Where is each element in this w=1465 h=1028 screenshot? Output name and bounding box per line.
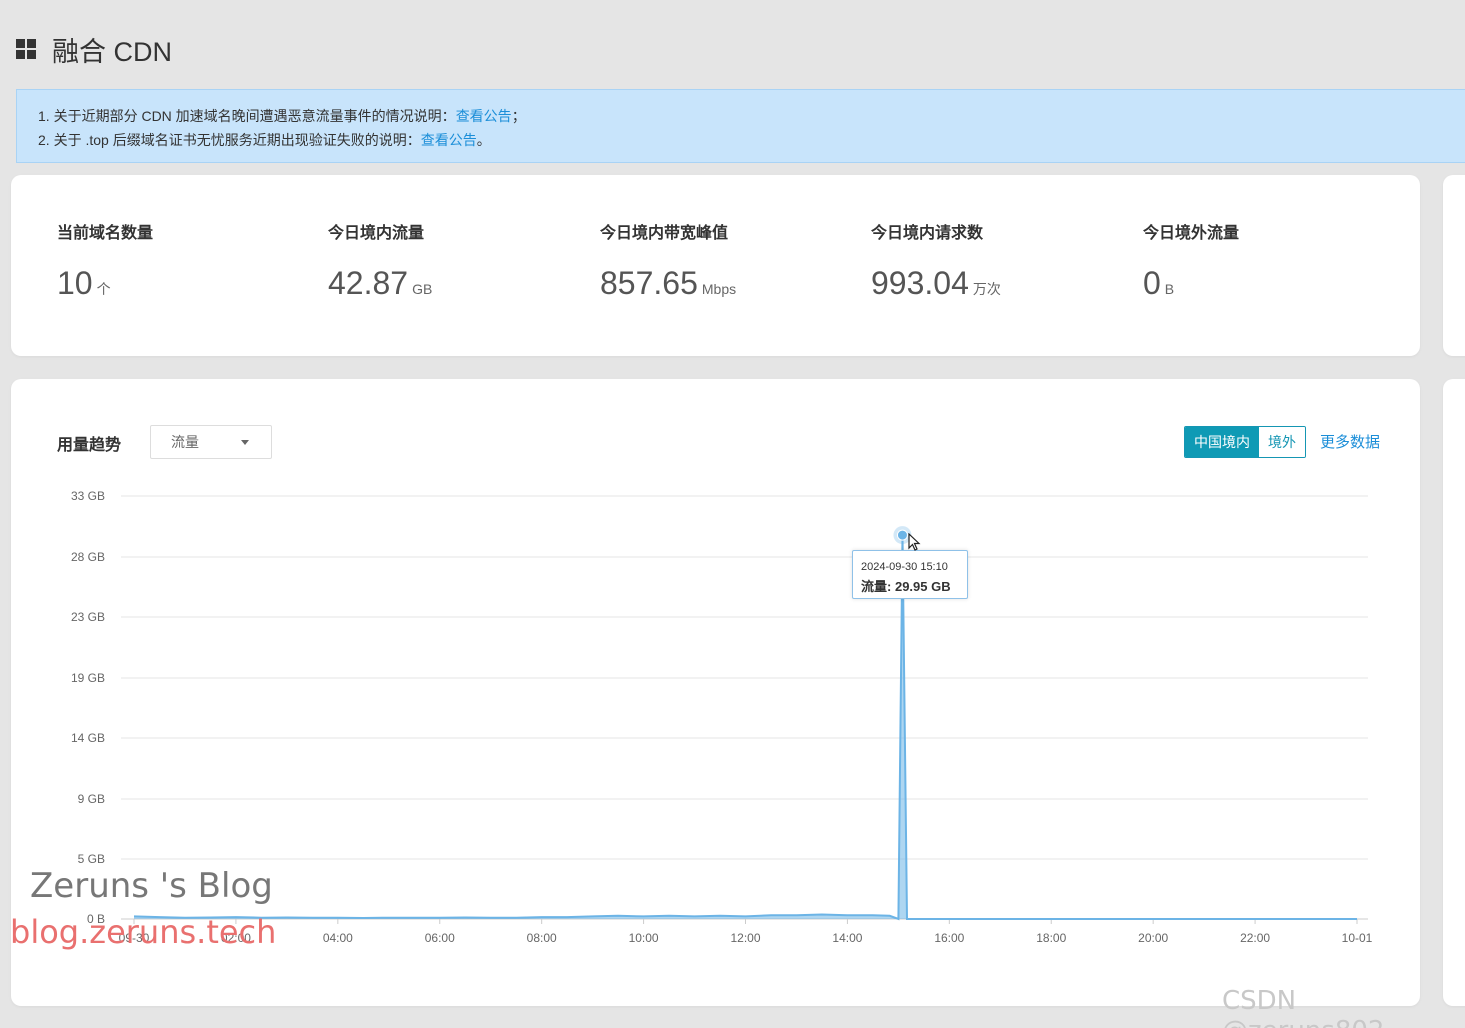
chart-tooltip: 2024-09-30 15:10 流量: 29.95 GB [852,550,968,599]
x-tick-label: 06:00 [425,931,455,945]
x-tick-label: 10:00 [629,931,659,945]
x-tick-label: 08:00 [527,931,557,945]
tooltip-time: 2024-09-30 15:10 [861,561,948,573]
csdn-watermark: CSDN @zeruns802 [1222,986,1384,1028]
mouse-cursor-icon [908,533,921,551]
series-area [134,535,1357,919]
blog-url-watermark: blog.zeruns.tech [10,913,277,951]
y-tick-label: 23 GB [71,610,105,624]
tooltip-label: 流量: [861,579,892,594]
x-tick-label: 14:00 [832,931,862,945]
y-tick-label: 28 GB [71,550,105,564]
y-tick-label: 9 GB [78,792,105,806]
x-tick-label: 20:00 [1138,931,1168,945]
series-line [133,535,1357,921]
y-tick-label: 14 GB [71,731,105,745]
y-tick-label: 19 GB [71,671,105,685]
x-tick-label: 16:00 [934,931,964,945]
x-tick-label: 18:00 [1036,931,1066,945]
tooltip-value: 29.95 GB [894,579,951,594]
highlight-point [896,529,908,541]
y-tick-label: 5 GB [78,852,105,866]
x-tick-label: 04:00 [323,931,353,945]
x-tick-label: 12:00 [730,931,760,945]
y-tick-label: 33 GB [71,489,105,503]
blog-name-watermark: Zeruns 's Blog [30,866,273,906]
x-tick-label: 22:00 [1240,931,1270,945]
tooltip-value-row: 流量: 29.95 GB [861,576,967,595]
x-tick-label: 10-01 [1342,931,1373,945]
